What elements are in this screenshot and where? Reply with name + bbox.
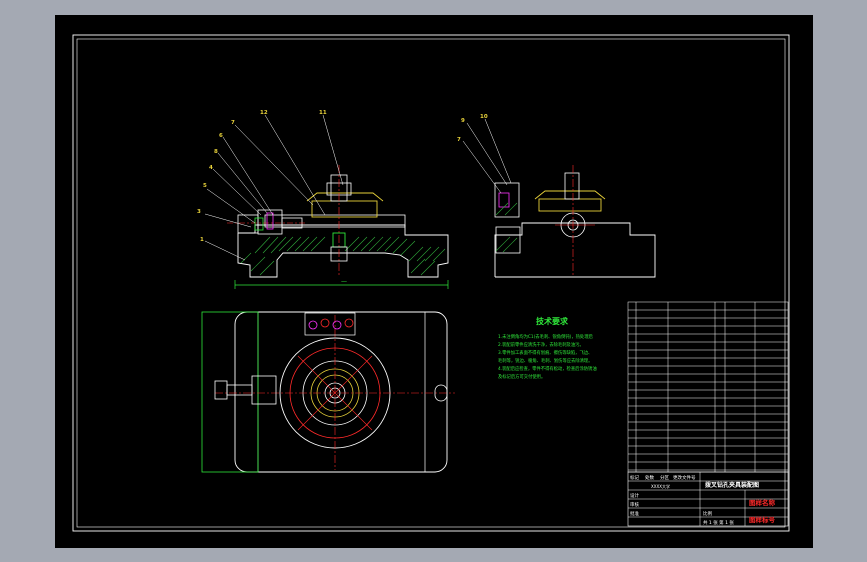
tb-count: 处数	[645, 474, 654, 481]
tech-requirements: 技术要求 1.未注倒角均为C1(去毛刺、锐角倒钝)，热处理后 2.装配前零件应清…	[498, 316, 597, 380]
tech-req-line-1: 1.未注倒角均为C1(去毛刺、锐角倒钝)，热处理后	[498, 333, 594, 340]
tb-drawing-title: 拨叉钻孔夹具装配图	[705, 481, 759, 489]
outer-border	[72, 34, 790, 532]
tech-req-title: 技术要求	[536, 316, 569, 326]
tb-design: 设计	[630, 492, 639, 499]
callout-label-6: 6	[219, 133, 223, 139]
front-callouts	[204, 114, 344, 261]
tb-zone: 分区	[660, 474, 669, 481]
callout-label-12: 12	[260, 110, 268, 116]
tb-scale: 比例	[703, 510, 712, 517]
callout-label-11: 11	[319, 110, 327, 116]
side-callout-9: 9	[461, 118, 465, 124]
side-view	[494, 165, 656, 278]
side-callout-10: 10	[480, 114, 488, 120]
tb-approve: 批准	[630, 510, 639, 517]
callout-label-8: 8	[214, 149, 218, 155]
drawing-svg: — 1 3 5 4 8 6 7 12 11 7 9 10 技术要求 1.未注倒角…	[72, 34, 790, 532]
side-callout-7: 7	[457, 137, 461, 143]
callout-label-4: 4	[209, 165, 213, 171]
tech-req-line-6: 及标记后方可交付使用。	[498, 373, 545, 380]
tb-company: 图样名称	[749, 498, 776, 507]
front-hatching	[240, 236, 446, 276]
callout-label-3: 3	[197, 209, 201, 215]
tech-req-line-4: 毛刺等，锐边、棱角、毛刺、划伤等应去除清理。	[498, 357, 593, 364]
side-yellow-block	[538, 198, 602, 212]
top-screw-block	[251, 375, 277, 405]
tb-mark: 标记	[630, 474, 639, 481]
tb-drawing-number: 图样标号	[749, 515, 776, 524]
tb-sheet: 共 1 张 第 1 张	[703, 519, 734, 526]
bom-table	[627, 301, 789, 473]
side-hatching	[495, 202, 518, 253]
screw-green-part	[254, 217, 264, 231]
tb-check: 审核	[630, 501, 639, 508]
callout-label-7: 7	[231, 120, 235, 126]
top-green-frame	[201, 311, 259, 473]
front-view: —	[227, 165, 449, 289]
side-callouts	[462, 118, 512, 194]
tech-req-line-5: 4.装配后应检查，零件不得有松动，检查后涂防锈油	[498, 365, 597, 372]
callout-label-5: 5	[203, 183, 207, 189]
tb-change: 更改文件号	[673, 474, 696, 481]
drawing-canvas[interactable]: — 1 3 5 4 8 6 7 12 11 7 9 10 技术要求 1.未注倒角…	[55, 15, 813, 548]
cad-viewport: — 1 3 5 4 8 6 7 12 11 7 9 10 技术要求 1.未注倒角…	[0, 0, 867, 562]
dimension-text: —	[341, 278, 347, 285]
top-view	[201, 311, 455, 473]
side-base-outline	[494, 222, 656, 278]
title-block: 标记 处数 分区 更改文件号 设计 审核 批准 比例 共 1 张 第 1 张 X…	[627, 471, 789, 527]
tech-req-line-3: 3.零件加工表面不得有划痕、擦伤等缺陷，飞边、	[498, 349, 592, 356]
yellow-clamp-top	[306, 192, 384, 202]
tb-school: XXXX大学	[651, 483, 670, 489]
side-bolt	[564, 172, 580, 200]
tech-req-line-2: 2.装配前零件应清洗干净，去除毛刺及油污。	[498, 341, 584, 348]
callout-label-1: 1	[200, 237, 204, 243]
